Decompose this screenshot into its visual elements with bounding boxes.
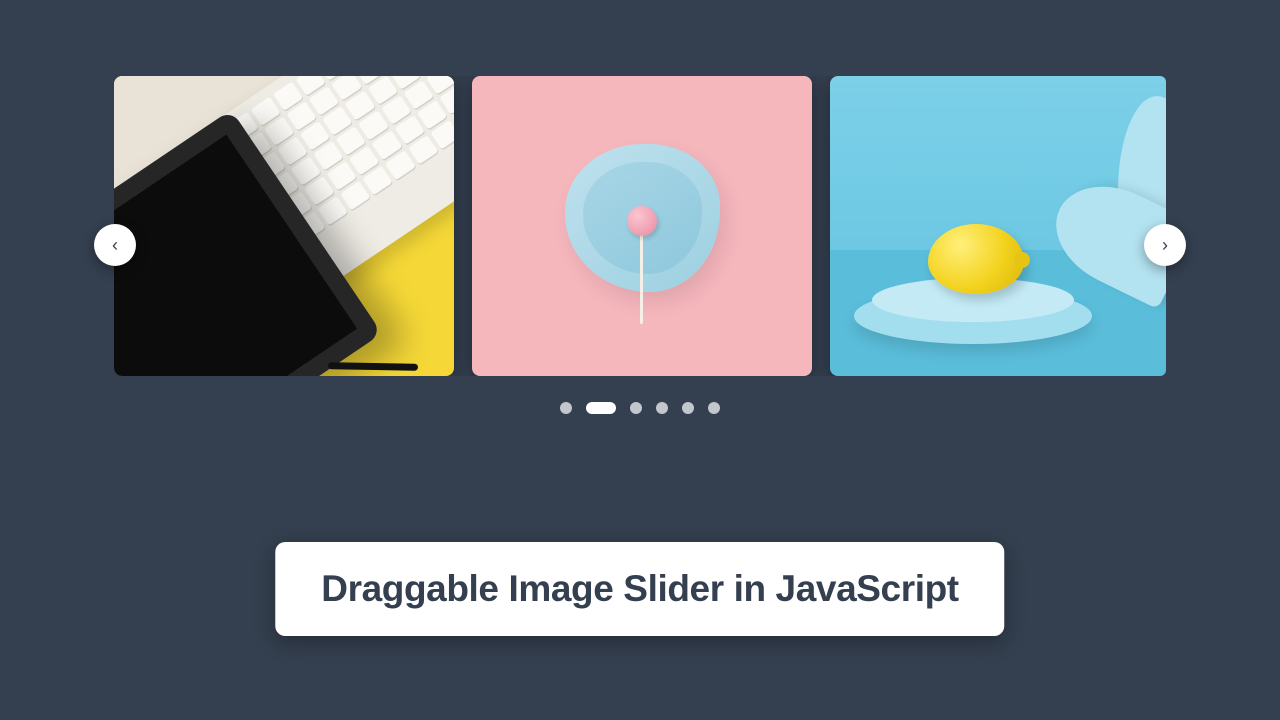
caption-card: Draggable Image Slider in JavaScript [275, 542, 1004, 636]
pagination-dot[interactable] [708, 402, 720, 414]
pagination-dot[interactable] [630, 402, 642, 414]
slide-track[interactable] [114, 76, 1166, 376]
next-button[interactable]: › [1144, 224, 1186, 266]
pagination-dot[interactable] [656, 402, 668, 414]
chevron-left-icon: ‹ [112, 235, 118, 256]
pagination-dot[interactable] [560, 402, 572, 414]
slide-item[interactable] [472, 76, 812, 376]
stylus-illustration [328, 362, 418, 371]
pagination-dots [114, 402, 1166, 414]
pagination-dot-active[interactable] [586, 402, 616, 414]
caption-title: Draggable Image Slider in JavaScript [321, 568, 958, 610]
slide-item[interactable] [830, 76, 1166, 376]
prev-button[interactable]: ‹ [94, 224, 136, 266]
lemon-illustration [928, 224, 1024, 294]
chevron-right-icon: › [1162, 235, 1168, 256]
slide-item[interactable] [114, 76, 454, 376]
lollipop-illustration [565, 152, 720, 300]
image-slider: ‹ › [114, 76, 1166, 414]
pagination-dot[interactable] [682, 402, 694, 414]
